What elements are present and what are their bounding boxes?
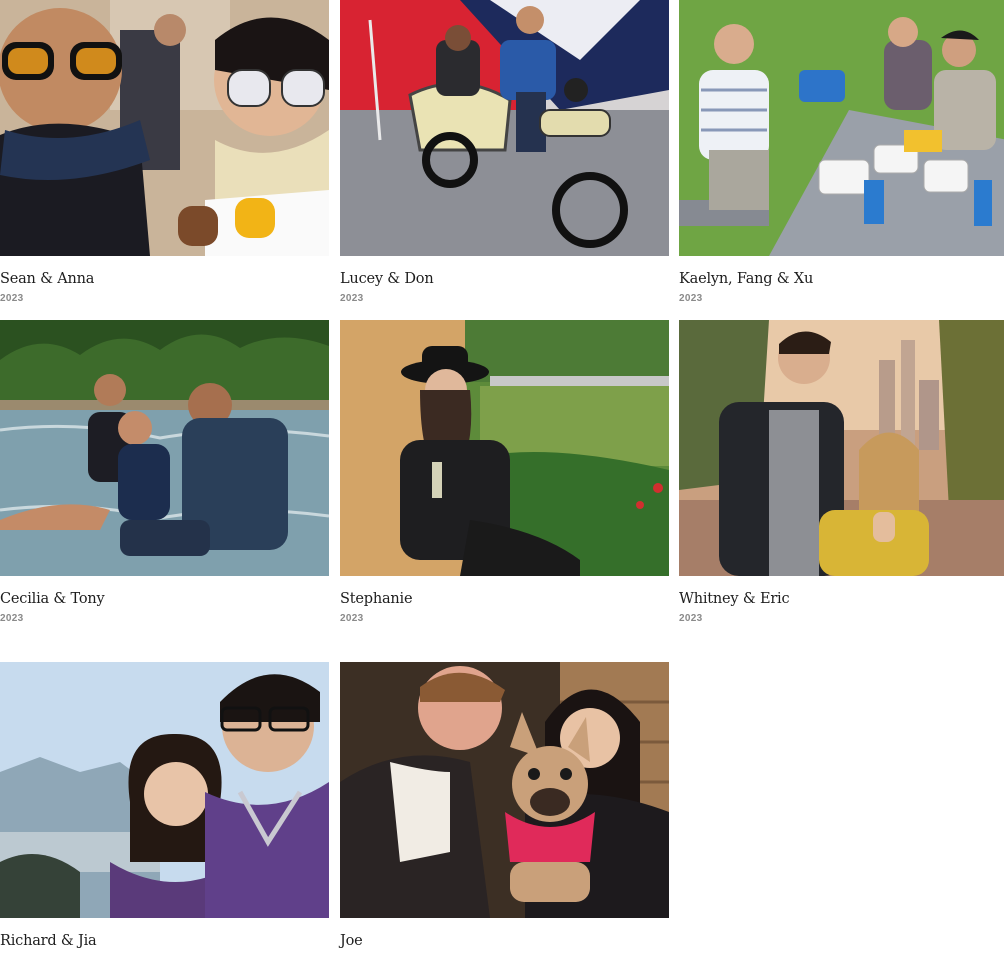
gallery-photo[interactable] (0, 320, 329, 576)
photo-dog-selfie (340, 662, 669, 918)
gallery-photo[interactable] (340, 0, 669, 256)
card-title[interactable]: Lucey & Don (340, 270, 669, 288)
card-title[interactable]: Kaelyn, Fang & Xu (679, 270, 1004, 288)
gallery-card[interactable]: Joe (340, 662, 669, 955)
card-title[interactable]: Joe (340, 932, 669, 950)
card-year: 2023 (679, 613, 703, 624)
gallery-card[interactable]: Cecilia & Tony 2023 (0, 320, 329, 624)
card-title[interactable]: Stephanie (340, 590, 669, 608)
gallery-card[interactable]: Lucey & Don 2023 (340, 0, 669, 304)
card-year: 2023 (340, 293, 364, 304)
gallery-card[interactable]: Stephanie 2023 (340, 320, 669, 624)
card-title[interactable]: Sean & Anna (0, 270, 329, 288)
gallery-photo[interactable] (0, 0, 329, 256)
card-title[interactable]: Richard & Jia (0, 932, 329, 950)
photo-festival-selfie (0, 0, 329, 256)
gallery-card[interactable]: Richard & Jia (0, 662, 329, 955)
gallery-card[interactable]: Kaelyn, Fang & Xu 2023 (679, 0, 1004, 304)
photo-river-sitting (0, 320, 329, 576)
gallery-photo[interactable] (340, 320, 669, 576)
photo-gallery: Sean & Anna 2023 Lucey & Don 2023 Kaelyn… (0, 0, 1004, 959)
card-title[interactable]: Whitney & Eric (679, 590, 1004, 608)
gallery-photo[interactable] (679, 320, 1004, 576)
photo-sunset-city (679, 320, 1004, 576)
card-year: 2023 (340, 613, 364, 624)
gallery-card[interactable]: Whitney & Eric 2023 (679, 320, 1004, 624)
gallery-photo[interactable] (340, 662, 669, 918)
gallery-photo[interactable] (679, 0, 1004, 256)
card-title[interactable]: Cecilia & Tony (0, 590, 329, 608)
photo-lake-selfie (0, 662, 329, 918)
photo-park-picnic (679, 0, 1004, 256)
gallery-photo[interactable] (0, 662, 329, 918)
gallery-card[interactable]: Sean & Anna 2023 (0, 0, 329, 304)
card-year: 2023 (0, 613, 24, 624)
card-year: 2023 (679, 293, 703, 304)
photo-motorcycle-sidecar (340, 0, 669, 256)
photo-vineyard-portrait (340, 320, 669, 576)
card-year: 2023 (0, 293, 24, 304)
